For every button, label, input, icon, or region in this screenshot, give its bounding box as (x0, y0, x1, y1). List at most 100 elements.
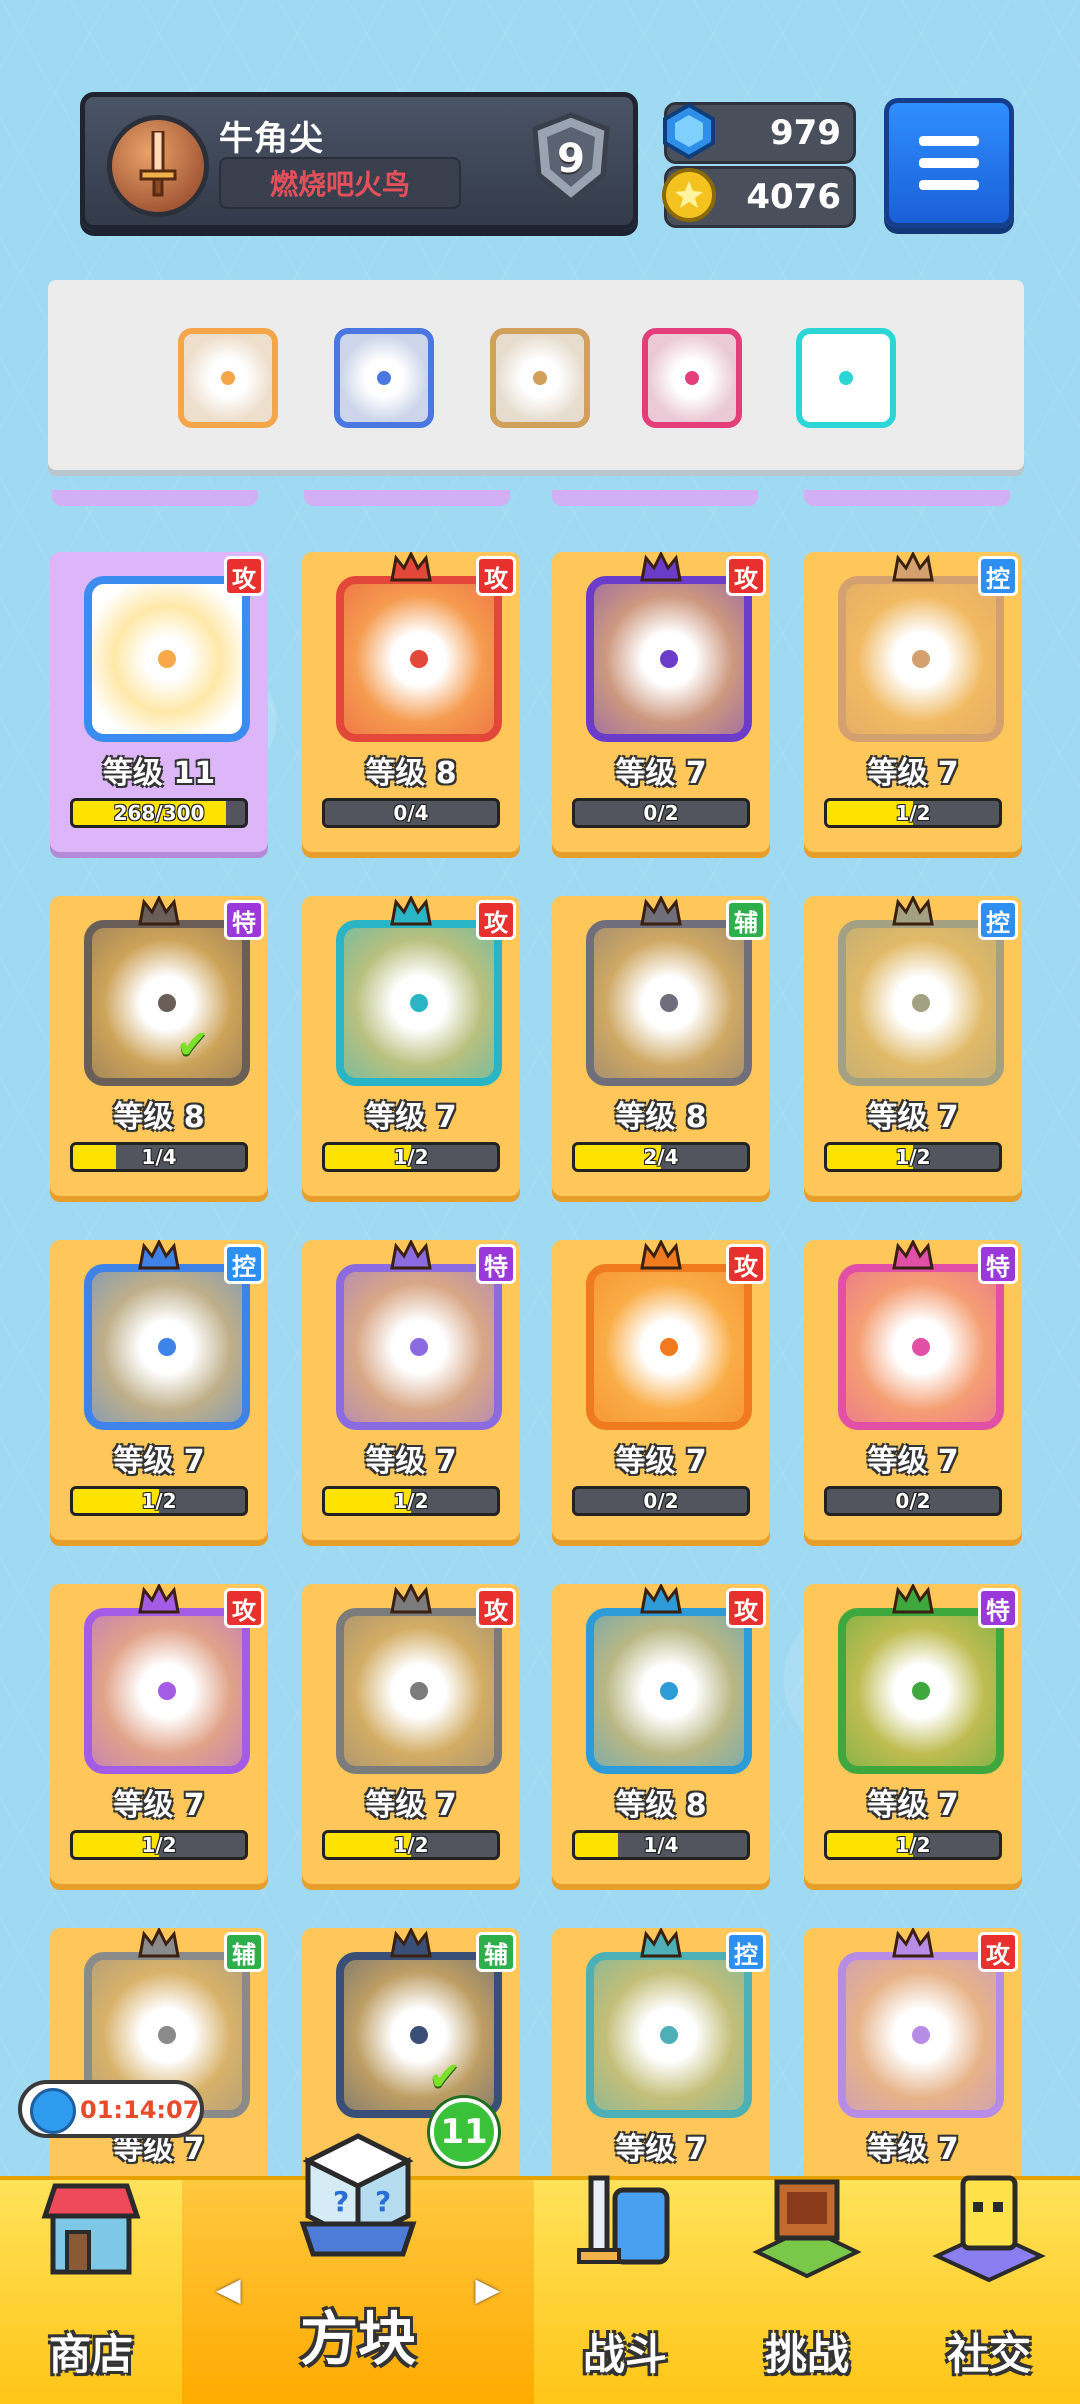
rank-badge[interactable]: 9 (525, 109, 617, 209)
block-card[interactable]: 攻等级 7 0/2 (552, 1238, 770, 1540)
equipped-slot[interactable] (178, 328, 278, 428)
heart-icon (218, 368, 238, 388)
equipped-slot[interactable] (334, 328, 434, 428)
block-core-icon (154, 1678, 180, 1704)
block-type-tag: 攻 (476, 556, 516, 596)
block-type-tag: 控 (224, 1244, 264, 1284)
block-core-icon (908, 990, 934, 1016)
block-art (84, 1608, 250, 1774)
block-type-tag: 攻 (726, 1588, 766, 1628)
svg-text:?: ? (375, 2185, 391, 2218)
upgrade-progress-bar: 1/2 (824, 1830, 1002, 1860)
block-card[interactable]: 攻等级 7 1/2 (50, 1582, 268, 1884)
equipped-slot[interactable] (490, 328, 590, 428)
nav-shop[interactable]: 商店 (0, 2180, 182, 2404)
nav-challenge[interactable]: 挑战 (716, 2179, 898, 2404)
block-level: 等级 7 (113, 1444, 205, 1479)
block-card[interactable]: 特等级 7 1/2 (302, 1238, 520, 1540)
block-card[interactable]: 控等级 7 1/2 (804, 550, 1022, 852)
block-core-icon (908, 1334, 934, 1360)
upgrade-progress-bar: 1/2 (70, 1486, 248, 1516)
block-type-tag: 攻 (476, 900, 516, 940)
block-art (336, 1608, 502, 1774)
block-card[interactable]: 辅等级 8 2/4 (552, 894, 770, 1196)
block-card[interactable]: 攻等级 7 1/2 (302, 1582, 520, 1884)
block-type-tag: 攻 (224, 1588, 264, 1628)
upgrade-progress-text: 0/4 (393, 801, 429, 825)
block-card[interactable]: 攻等级 7 1/2 (302, 894, 520, 1196)
coin-counter[interactable]: 4076 (662, 166, 856, 228)
block-card[interactable]: 攻等级 8 1/4 (552, 1582, 770, 1884)
dragon-crest-icon (136, 1238, 182, 1270)
player-profile-panel[interactable]: 牛角尖 燃烧吧火鸟 9 (80, 92, 638, 230)
equipped-blocks-panel (48, 280, 1024, 470)
block-card[interactable]: 辅等级 7 (50, 1926, 268, 2180)
block-core-icon (908, 646, 934, 672)
upgrade-progress-bar: 0/2 (824, 1486, 1002, 1516)
block-art (84, 576, 250, 742)
nav-social-label: 社交 (946, 2330, 1031, 2379)
block-card[interactable]: 特等级 7 0/2 (804, 1238, 1022, 1540)
block-core-icon (656, 990, 682, 1016)
upgrade-progress-text: 1/4 (141, 1145, 177, 1169)
shop-icon (41, 2183, 141, 2275)
nav-battle[interactable]: 战斗 (534, 2175, 716, 2404)
dragon-crest-icon (890, 550, 936, 582)
block-art (586, 576, 752, 742)
upgrade-progress-text: 0/2 (643, 801, 679, 825)
equipped-slot[interactable] (796, 328, 896, 428)
gem-counter[interactable]: 979 (663, 102, 856, 164)
upgrade-progress-text: 1/2 (393, 1145, 429, 1169)
block-level: 等级 7 (365, 1100, 457, 1135)
block-core-icon (154, 990, 180, 1016)
notification-badge: 11 (430, 2098, 498, 2166)
rank-number: 9 (557, 136, 585, 182)
block-card[interactable]: 控等级 7 (552, 1926, 770, 2180)
upgrade-progress-bar: 1/2 (322, 1486, 500, 1516)
nav-blocks[interactable]: ◀ ? ? ▶ 方块 (182, 2133, 534, 2404)
upgrade-progress-text: 1/2 (141, 1489, 177, 1513)
block-card[interactable]: 攻等级 7 0/2 (552, 550, 770, 852)
block-type-tag: 控 (726, 1932, 766, 1972)
block-type-tag: 控 (978, 556, 1018, 596)
dragon-crest-icon (638, 1926, 684, 1958)
coin-icon (662, 168, 716, 222)
block-art (838, 576, 1004, 742)
upgrade-progress-bar: 268/300 (70, 798, 248, 828)
equipped-slot[interactable] (642, 328, 742, 428)
block-core-icon (908, 2022, 934, 2048)
block-art (586, 1608, 752, 1774)
upgrade-progress-text: 1/2 (895, 1145, 931, 1169)
block-card[interactable]: 攻等级 11 268/300 (50, 552, 268, 852)
block-level: 等级 8 (113, 1100, 205, 1135)
menu-button[interactable] (884, 98, 1014, 228)
block-level: 等级 8 (615, 1788, 707, 1823)
block-art (586, 920, 752, 1086)
block-level: 等级 7 (867, 1444, 959, 1479)
block-art (84, 920, 250, 1086)
block-art (586, 1952, 752, 2118)
upgrade-progress-text: 1/2 (393, 1489, 429, 1513)
dragon-crest-icon (638, 1582, 684, 1614)
block-art (838, 1952, 1004, 2118)
block-card[interactable]: 控等级 7 1/2 (50, 1238, 268, 1540)
block-type-tag: 特 (476, 1244, 516, 1284)
avatar[interactable] (107, 115, 209, 217)
block-card[interactable]: 攻等级 7 (804, 1926, 1022, 2180)
upgrade-progress-text: 1/2 (141, 1833, 177, 1857)
block-core-icon (406, 2022, 432, 2048)
block-card[interactable]: 控等级 7 1/2 (804, 894, 1022, 1196)
block-core-icon (656, 646, 682, 672)
block-type-tag: 攻 (224, 556, 264, 596)
block-card[interactable]: 攻等级 8 0/4 (302, 550, 520, 852)
block-level: 等级 7 (365, 1788, 457, 1823)
social-icon (932, 2175, 1046, 2283)
block-card[interactable]: 特 ✔ 等级 8 1/4 (50, 894, 268, 1196)
player-name: 牛角尖 (219, 119, 324, 159)
block-card[interactable]: 特等级 7 1/2 (804, 1582, 1022, 1884)
nav-social[interactable]: 社交 (898, 2175, 1080, 2404)
block-level: 等级 11 (102, 756, 216, 791)
dragon-crest-icon (136, 894, 182, 926)
block-level: 等级 7 (867, 1788, 959, 1823)
event-timer[interactable]: 01:14:07 (18, 2080, 204, 2138)
